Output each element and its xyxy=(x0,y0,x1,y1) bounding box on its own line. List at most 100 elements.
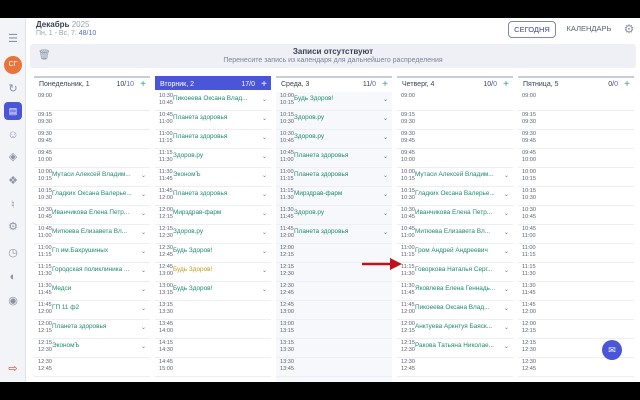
time-slot[interactable]: 09:00 xyxy=(34,92,150,111)
time-slot[interactable]: 10:00 10:15 xyxy=(518,168,634,187)
time-slot[interactable]: 11:00 11:15 Гп им.Бахрушиных ⌄ xyxy=(34,244,150,263)
time-slot[interactable]: 10:15 10:30 Гладких Оксана Валерье... ⌄ xyxy=(397,187,513,206)
time-slot[interactable]: 12:15 12:30 Здоров.ру ⌄ xyxy=(155,225,271,244)
chevron-down-icon[interactable]: ⌄ xyxy=(504,191,509,198)
menu-icon[interactable]: ☰ xyxy=(6,32,20,46)
appointment-entry[interactable]: Планета здоровья xyxy=(173,133,255,140)
logout-icon[interactable]: ⇨ xyxy=(6,362,20,376)
day-header[interactable]: Четверг, 4 10/0 + xyxy=(397,76,513,90)
appointment-entry[interactable]: Иванчикова Елена Петр... xyxy=(52,209,134,216)
time-slot[interactable]: 11:00 11:15 Планета здоровья ⌄ xyxy=(276,168,392,187)
appointment-entry[interactable]: Планета здоровья xyxy=(294,228,376,235)
appointment-entry[interactable]: Анктуева Аркнтуя Баяск... xyxy=(415,323,497,330)
add-icon[interactable]: + xyxy=(140,79,146,90)
time-slot[interactable]: 12:30 12:45 xyxy=(276,282,392,301)
time-slot[interactable]: 09:30 09:45 xyxy=(34,130,150,149)
chevron-down-icon[interactable]: ⌄ xyxy=(383,134,388,141)
chevron-down-icon[interactable]: ⌄ xyxy=(504,343,509,350)
chevron-down-icon[interactable]: ⌄ xyxy=(262,210,267,217)
settings-icon[interactable]: ⚙ xyxy=(6,220,20,234)
chat-icon[interactable]: ✉ xyxy=(602,340,622,360)
time-slot[interactable]: 10:45 11:00 Планета здоровья ⌄ xyxy=(155,111,271,130)
time-slot[interactable]: 09:00 xyxy=(518,92,634,111)
chevron-down-icon[interactable]: ⌄ xyxy=(262,286,267,293)
chevron-down-icon[interactable]: ⌄ xyxy=(383,172,388,179)
appointment-entry[interactable]: Здоров.ру xyxy=(294,209,376,216)
chevron-down-icon[interactable]: ⌄ xyxy=(383,210,388,217)
unassigned-drop-area[interactable]: 🗑 Записи отсутствуют Перенесите запись и… xyxy=(30,44,636,68)
chevron-down-icon[interactable]: ⌄ xyxy=(383,153,388,160)
appointment-entry[interactable]: Будь Здоров! xyxy=(173,285,255,292)
time-slot[interactable]: 13:00 13:15 Будь Здоров! ⌄ xyxy=(155,282,271,301)
chevron-down-icon[interactable]: ⌄ xyxy=(383,96,388,103)
time-slot[interactable]: 09:00 xyxy=(397,92,513,111)
refresh-icon[interactable]: ↻ xyxy=(6,82,20,96)
time-slot[interactable]: 09:45 10:00 xyxy=(397,149,513,168)
avatar[interactable]: СГ xyxy=(4,56,22,74)
chevron-down-icon[interactable]: ⌄ xyxy=(383,191,388,198)
time-slot[interactable]: 12:00 12:15 Планета здоровья ⌄ xyxy=(34,320,150,339)
time-slot[interactable]: 11:30 11:45 xyxy=(518,282,634,301)
chevron-down-icon[interactable]: ⌄ xyxy=(383,115,388,122)
gear-icon[interactable]: ⚙ xyxy=(622,22,636,36)
time-slot[interactable]: 12:45 13:00 xyxy=(276,301,392,320)
chevron-down-icon[interactable]: ⌄ xyxy=(141,248,146,255)
time-slot[interactable]: 11:45 12:00 Пикоеева Оксана Влад... ⌄ xyxy=(397,301,513,320)
clock-icon[interactable]: ◷ xyxy=(6,246,20,260)
appointment-entry[interactable]: Медси xyxy=(52,285,134,292)
time-slot[interactable]: 10:30 10:45 Иванчикова Елена Петр... ⌄ xyxy=(34,206,150,225)
day-header[interactable]: Пятница, 5 0/0 + xyxy=(518,76,634,90)
time-slot[interactable]: 11:30 11:45 ЭкономЪ ⌄ xyxy=(155,168,271,187)
time-slot[interactable]: 10:30 10:45 Пикоеева Оксана Влад... ⌄ xyxy=(155,92,271,111)
day-header[interactable]: Среда, 3 11/0 + xyxy=(276,76,392,90)
time-slot[interactable]: 12:30 12:45 Будь Здоров! ⌄ xyxy=(155,244,271,263)
appointment-entry[interactable]: Планета здоровья xyxy=(294,152,376,159)
appointment-entry[interactable]: Будь Здоров! xyxy=(173,247,255,254)
chevron-down-icon[interactable]: ⌄ xyxy=(262,267,267,274)
time-slot[interactable]: 11:15 11:30 Говоркова Наталья Серг... ⌄ xyxy=(397,263,513,282)
time-slot[interactable]: 11:45 12:00 ГП 11 ф2 ⌄ xyxy=(34,301,150,320)
appointment-entry[interactable]: ГП 11 ф2 xyxy=(52,304,134,311)
time-slot[interactable]: 14:45 15:00 xyxy=(155,358,271,377)
time-slot[interactable]: 12:00 12:15 xyxy=(518,320,634,339)
day-header[interactable]: Понедельник, 1 10/10 + xyxy=(34,76,150,90)
time-slot[interactable]: 11:00 11:15 Гром Андрей Андреевич ⌄ xyxy=(397,244,513,263)
time-slot[interactable]: 09:15 09:30 xyxy=(34,111,150,130)
time-slot[interactable]: 12:15 12:30 ЭкономЪ ⌄ xyxy=(34,339,150,358)
time-slot[interactable]: 11:00 11:15 Планета здоровья ⌄ xyxy=(155,130,271,149)
time-slot[interactable]: 11:30 11:45 Здоров.ру ⌄ xyxy=(276,206,392,225)
time-slot[interactable]: 11:15 11:30 Здоров.ру ⌄ xyxy=(155,149,271,168)
time-slot[interactable]: 11:30 11:45 Яковлева Елена Геннадь... ⌄ xyxy=(397,282,513,301)
time-slot[interactable]: 09:15 09:30 xyxy=(518,111,634,130)
chevron-down-icon[interactable]: ⌄ xyxy=(141,210,146,217)
appointment-entry[interactable]: Гладких Оксана Валерье... xyxy=(52,190,134,197)
time-slot[interactable]: 10:45 11:00 Планета здоровья ⌄ xyxy=(276,149,392,168)
chevron-down-icon[interactable]: ⌄ xyxy=(262,96,267,103)
appointment-entry[interactable]: Здоров.ру xyxy=(294,133,376,140)
calendar-icon[interactable]: ▤ xyxy=(4,102,22,120)
appointment-entry[interactable]: ЭкономЪ xyxy=(173,171,255,178)
appointment-entry[interactable]: Планета здоровья xyxy=(294,171,376,178)
time-slot[interactable]: 11:45 12:00 xyxy=(518,301,634,320)
time-slot[interactable]: 10:00 10:15 Мутаси Алексей Владим... ⌄ xyxy=(397,168,513,187)
chevron-down-icon[interactable]: ⌄ xyxy=(262,134,267,141)
chevron-down-icon[interactable]: ⌄ xyxy=(141,305,146,312)
appointment-entry[interactable]: Мирздрав-фарм xyxy=(294,190,376,197)
appointment-entry[interactable]: Пикоеева Оксана Влад... xyxy=(173,95,255,102)
time-slot[interactable]: 12:45 13:00 Будь Здоров! ⌄ xyxy=(155,263,271,282)
add-icon[interactable]: + xyxy=(624,79,630,90)
appointment-entry[interactable]: Здоров.ру xyxy=(173,228,255,235)
appointment-entry[interactable]: Пикоеева Оксана Влад... xyxy=(415,304,497,311)
time-slot[interactable]: 11:15 11:30 xyxy=(518,263,634,282)
time-slot[interactable]: 10:00 10:15 Мутаси Алексей Владим... ⌄ xyxy=(34,168,150,187)
time-slot[interactable]: 14:15 14:30 xyxy=(155,339,271,358)
time-slot[interactable]: 12:30 12:45 xyxy=(397,358,513,377)
add-icon[interactable]: + xyxy=(382,79,388,90)
layers-icon[interactable]: ◈ xyxy=(6,150,20,164)
bell-icon[interactable]: ♮ xyxy=(6,198,20,212)
chevron-down-icon[interactable]: ⌄ xyxy=(504,305,509,312)
time-slot[interactable]: 10:30 10:45 Иванчикова Елена Петр... ⌄ xyxy=(397,206,513,225)
appointment-entry[interactable]: Говоркова Наталья Серг... xyxy=(415,266,497,273)
time-slot[interactable]: 11:30 11:45 Медси ⌄ xyxy=(34,282,150,301)
time-slot[interactable]: 13:00 13:15 xyxy=(276,320,392,339)
